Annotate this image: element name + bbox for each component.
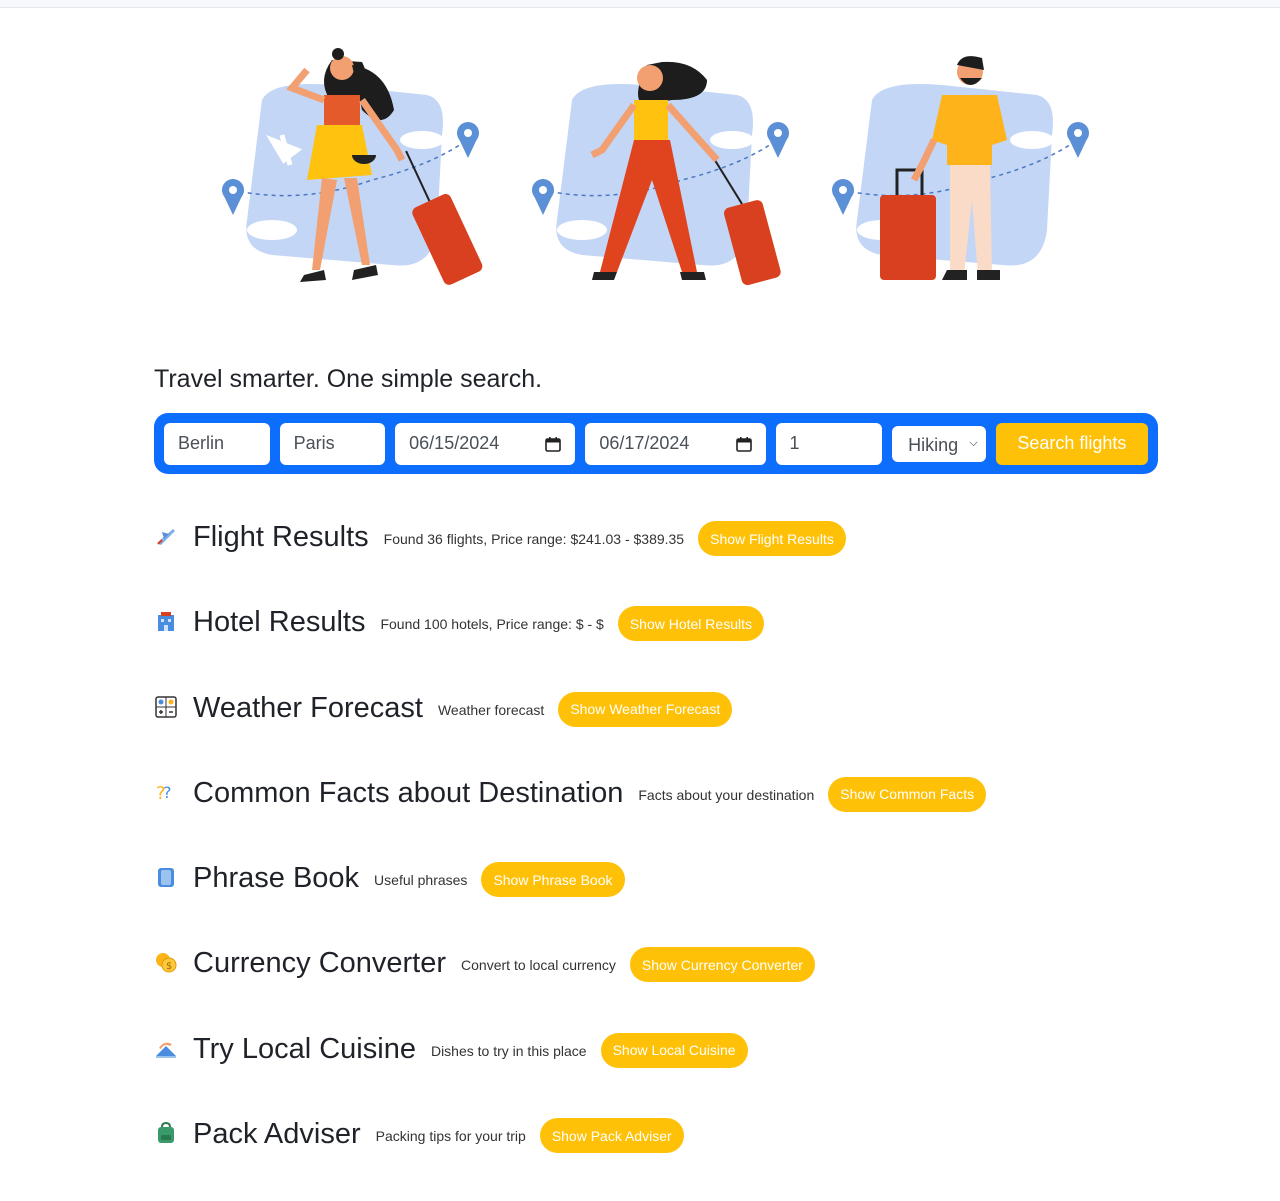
section-currency-converter: $ Currency Converter Convert to local cu… bbox=[154, 945, 1154, 1030]
tagline: Travel smarter. One simple search. bbox=[154, 365, 543, 393]
question-icon: ?? bbox=[154, 780, 178, 804]
section-phrase-book: Phrase Book Useful phrases Show Phrase B… bbox=[154, 860, 1154, 945]
section-description: Useful phrases bbox=[374, 872, 468, 889]
hotel-icon bbox=[154, 609, 178, 633]
section-title: Weather Forecast bbox=[193, 691, 423, 724]
illustration-traveler-woman-shorts bbox=[212, 40, 502, 300]
section-local-cuisine: Try Local Cuisine Dishes to try in this … bbox=[154, 1031, 1154, 1116]
calendar-icon[interactable] bbox=[545, 436, 562, 452]
section-description: Facts about your destination bbox=[638, 786, 815, 803]
show-weather-forecast-button[interactable]: Show Weather Forecast bbox=[558, 691, 733, 727]
section-description: Found 100 hotels, Price range: $ - $ bbox=[380, 616, 604, 633]
chevron-down-icon: ⌵ bbox=[969, 437, 978, 449]
section-hotel-results: Hotel Results Found 100 hotels, Price ra… bbox=[154, 604, 1154, 689]
return-date-input[interactable]: 06/17/2024 bbox=[585, 422, 766, 465]
show-common-facts-button[interactable]: Show Common Facts bbox=[828, 776, 987, 812]
section-flight-results: Flight Results Found 36 flights, Price r… bbox=[154, 519, 1154, 604]
show-currency-converter-button[interactable]: Show Currency Converter bbox=[629, 947, 815, 983]
calendar-icon[interactable] bbox=[735, 436, 752, 452]
section-description: Convert to local currency bbox=[461, 957, 616, 974]
return-date-value: 06/17/2024 bbox=[599, 433, 690, 453]
section-title: Hotel Results bbox=[193, 606, 366, 639]
depart-date-input[interactable]: 06/15/2024 bbox=[395, 422, 576, 465]
section-description: Packing tips for your trip bbox=[375, 1128, 526, 1145]
backpack-icon bbox=[154, 1121, 178, 1145]
map-pin-left bbox=[222, 179, 244, 215]
section-title: Pack Adviser bbox=[193, 1118, 361, 1151]
travelers-input[interactable]: 1 bbox=[775, 422, 883, 465]
search-flights-button[interactable]: Search flights bbox=[995, 422, 1148, 465]
section-title: Try Local Cuisine bbox=[193, 1032, 416, 1065]
section-description: Found 36 flights, Price range: $241.03 -… bbox=[383, 531, 685, 547]
section-weather-forecast: Weather Forecast Weather forecast Show W… bbox=[154, 690, 1154, 775]
airplane-icon bbox=[154, 524, 178, 548]
svg-text:?: ? bbox=[163, 783, 172, 802]
section-title: Phrase Book bbox=[193, 862, 360, 895]
coins-icon: $ bbox=[154, 950, 178, 974]
browser-top-strip bbox=[0, 0, 1280, 8]
section-description: Dishes to try in this place bbox=[430, 1042, 587, 1059]
activity-select[interactable]: Hiking ⌵ bbox=[892, 425, 986, 462]
show-phrase-book-button[interactable]: Show Phrase Book bbox=[481, 862, 625, 898]
illustration-traveler-man-suitcase bbox=[822, 40, 1112, 300]
origin-input[interactable]: Berlin bbox=[164, 422, 270, 465]
section-common-facts: ?? Common Facts about Destination Facts … bbox=[154, 775, 1154, 860]
weather-icon bbox=[154, 695, 178, 719]
activity-select-value: Hiking bbox=[908, 435, 959, 455]
show-pack-adviser-button[interactable]: Show Pack Adviser bbox=[539, 1118, 684, 1154]
section-title: Currency Converter bbox=[193, 947, 447, 980]
destination-input[interactable]: Paris bbox=[279, 422, 386, 465]
show-hotel-results-button[interactable]: Show Hotel Results bbox=[617, 606, 764, 642]
depart-date-value: 06/15/2024 bbox=[409, 433, 500, 453]
phrasebook-icon bbox=[154, 865, 178, 889]
illustration-traveler-woman-trousers bbox=[522, 40, 812, 300]
section-title: Flight Results bbox=[193, 521, 369, 553]
cuisine-icon bbox=[154, 1036, 178, 1060]
results-sections: Flight Results Found 36 flights, Price r… bbox=[154, 519, 1154, 1201]
show-flight-results-button[interactable]: Show Flight Results bbox=[698, 521, 846, 556]
section-title: Common Facts about Destination bbox=[193, 776, 624, 809]
show-local-cuisine-button[interactable]: Show Local Cuisine bbox=[600, 1032, 748, 1068]
flight-search-bar: Berlin Paris 06/15/2024 06/17/2024 1 Hik… bbox=[154, 413, 1158, 474]
svg-text:$: $ bbox=[166, 961, 172, 972]
section-description: Weather forecast bbox=[437, 701, 545, 718]
section-pack-adviser: Pack Adviser Packing tips for your trip … bbox=[154, 1116, 1154, 1201]
